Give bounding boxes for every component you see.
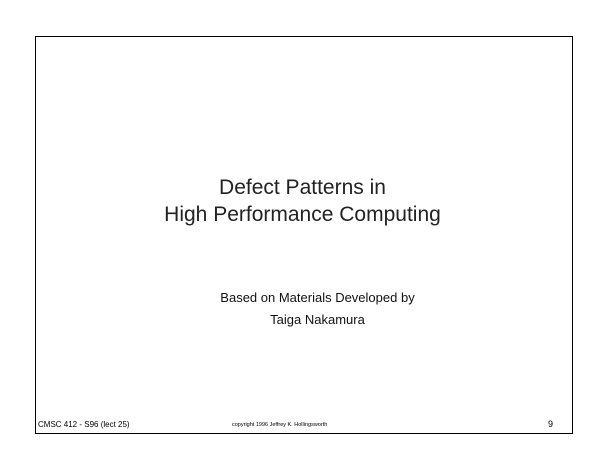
footer-copyright: copyright 1996 Jeffrey K. Hollingsworth [232, 422, 328, 428]
subtitle-line-2: Taiga Nakamura [270, 312, 365, 327]
page-number: 9 [548, 419, 554, 429]
slide-frame [35, 36, 573, 434]
slide-title-line-1: Defect Patterns in [219, 176, 386, 199]
subtitle-line-1: Based on Materials Developed by [220, 290, 415, 305]
footer-course-label: CMSC 412 - S96 (lect 25) [38, 420, 130, 429]
slide-title-line-2: High Performance Computing [164, 203, 441, 226]
